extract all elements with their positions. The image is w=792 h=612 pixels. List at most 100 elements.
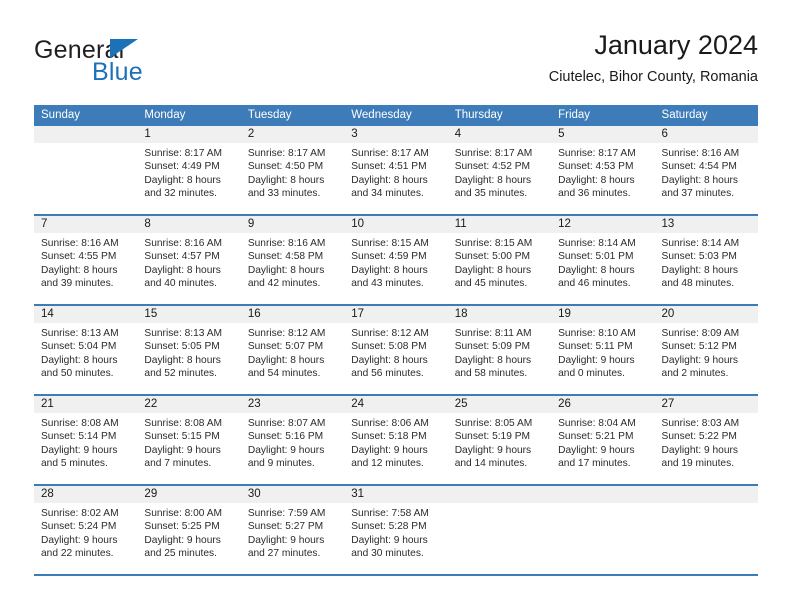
daylight-text-line2: and 40 minutes. (144, 278, 217, 290)
sunrise-text: Sunrise: 8:10 AM (558, 328, 636, 339)
sunrise-text: Sunrise: 8:15 AM (454, 238, 533, 249)
day-details: Sunrise: 8:09 AM Sunset: 5:12 PM Dayligh… (655, 323, 758, 381)
daylight-text-line1: Daylight: 8 hours (351, 264, 428, 276)
sunset-text: Sunset: 4:50 PM (247, 161, 324, 173)
day-cell[interactable]: 22 Sunrise: 8:08 AM Sunset: 5:15 PM Dayl… (137, 395, 241, 486)
sunset-text: Sunset: 5:05 PM (144, 341, 220, 353)
day-details: Sunrise: 8:16 AM Sunset: 4:54 PM Dayligh… (655, 143, 758, 201)
day-details (655, 503, 758, 507)
sunset-text: Sunset: 4:58 PM (247, 251, 324, 263)
daylight-text-line2: and 37 minutes. (661, 188, 735, 200)
sunrise-text: Sunrise: 8:16 AM (41, 238, 119, 249)
sunrise-text: Sunrise: 8:07 AM (247, 418, 326, 429)
daylight-text-line1: Daylight: 8 hours (661, 264, 738, 276)
daylight-text-line2: and 25 minutes. (144, 548, 217, 560)
day-cell[interactable]: 8 Sunrise: 8:16 AM Sunset: 4:57 PM Dayli… (137, 215, 241, 306)
daylight-text-line2: and 46 minutes. (558, 278, 631, 290)
day-cell[interactable]: 4 Sunrise: 8:17 AM Sunset: 4:52 PM Dayli… (447, 126, 552, 216)
day-number: 19 (551, 306, 655, 323)
daylight-text-line2: and 43 minutes. (351, 278, 424, 290)
daylight-text-line1: Daylight: 9 hours (41, 444, 118, 456)
day-cell[interactable]: 25 Sunrise: 8:05 AM Sunset: 5:19 PM Dayl… (447, 395, 552, 486)
sunrise-text: Sunrise: 8:14 AM (661, 238, 740, 249)
day-number: 2 (240, 126, 345, 143)
day-cell[interactable]: 9 Sunrise: 8:16 AM Sunset: 4:58 PM Dayli… (240, 215, 345, 306)
day-cell[interactable]: 31 Sunrise: 7:58 AM Sunset: 5:28 PM Dayl… (344, 485, 448, 576)
daylight-text-line1: Daylight: 9 hours (661, 354, 738, 366)
calendar-header-row: Sunday Monday Tuesday Wednesday Thursday… (34, 105, 758, 126)
day-cell[interactable]: 18 Sunrise: 8:11 AM Sunset: 5:09 PM Dayl… (447, 305, 552, 396)
day-details: Sunrise: 8:10 AM Sunset: 5:11 PM Dayligh… (551, 323, 654, 381)
page-subtitle: Ciutelec, Bihor County, Romania (548, 69, 758, 85)
day-cell-empty (654, 485, 758, 576)
sunset-text: Sunset: 5:04 PM (41, 341, 117, 353)
sunset-text: Sunset: 5:27 PM (247, 521, 324, 533)
day-cell[interactable]: 27 Sunrise: 8:03 AM Sunset: 5:22 PM Dayl… (654, 395, 758, 486)
day-details: Sunrise: 8:05 AM Sunset: 5:19 PM Dayligh… (448, 413, 551, 471)
sunrise-text: Sunrise: 8:13 AM (144, 328, 223, 339)
day-cell[interactable]: 16 Sunrise: 8:12 AM Sunset: 5:07 PM Dayl… (240, 305, 345, 396)
day-cell[interactable]: 28 Sunrise: 8:02 AM Sunset: 5:24 PM Dayl… (34, 485, 138, 576)
day-cell[interactable]: 24 Sunrise: 8:06 AM Sunset: 5:18 PM Dayl… (344, 395, 448, 486)
daylight-text-line2: and 54 minutes. (247, 368, 321, 380)
day-details: Sunrise: 8:02 AM Sunset: 5:24 PM Dayligh… (34, 503, 137, 561)
sunset-text: Sunset: 4:51 PM (351, 161, 427, 173)
day-cell[interactable]: 21 Sunrise: 8:08 AM Sunset: 5:14 PM Dayl… (34, 395, 138, 486)
day-cell[interactable]: 30 Sunrise: 7:59 AM Sunset: 5:27 PM Dayl… (240, 485, 345, 576)
weekday-header-tuesday: Tuesday (240, 105, 345, 126)
day-cell[interactable]: 5 Sunrise: 8:17 AM Sunset: 4:53 PM Dayli… (551, 126, 655, 216)
day-cell[interactable]: 12 Sunrise: 8:14 AM Sunset: 5:01 PM Dayl… (551, 215, 655, 306)
sunset-text: Sunset: 5:18 PM (351, 431, 427, 443)
day-number: 15 (137, 306, 241, 323)
day-cell[interactable]: 3 Sunrise: 8:17 AM Sunset: 4:51 PM Dayli… (344, 126, 448, 216)
calendar-week-row: 21 Sunrise: 8:08 AM Sunset: 5:14 PM Dayl… (34, 395, 758, 486)
day-details: Sunrise: 8:13 AM Sunset: 5:04 PM Dayligh… (34, 323, 137, 381)
day-cell[interactable]: 7 Sunrise: 8:16 AM Sunset: 4:55 PM Dayli… (34, 215, 138, 306)
daylight-text-line1: Daylight: 8 hours (247, 354, 325, 366)
daylight-text-line2: and 58 minutes. (454, 368, 528, 380)
sunrise-text: Sunrise: 8:02 AM (41, 508, 119, 519)
day-number: 18 (447, 306, 552, 323)
day-cell[interactable]: 19 Sunrise: 8:10 AM Sunset: 5:11 PM Dayl… (551, 305, 655, 396)
day-cell[interactable]: 11 Sunrise: 8:15 AM Sunset: 5:00 PM Dayl… (447, 215, 552, 306)
daylight-text-line2: and 42 minutes. (247, 278, 321, 290)
calendar-body: 1 Sunrise: 8:17 AM Sunset: 4:49 PM Dayli… (34, 126, 758, 576)
page-header: General Blue January 2024 Ciutelec, Biho… (34, 28, 758, 96)
day-cell[interactable]: 10 Sunrise: 8:15 AM Sunset: 4:59 PM Dayl… (344, 215, 448, 306)
day-cell[interactable] (34, 126, 138, 216)
sunset-text: Sunset: 4:55 PM (41, 251, 117, 263)
sunset-text: Sunset: 5:01 PM (558, 251, 634, 263)
day-number (654, 486, 758, 503)
day-cell[interactable]: 13 Sunrise: 8:14 AM Sunset: 5:03 PM Dayl… (654, 215, 758, 306)
daylight-text-line2: and 12 minutes. (351, 458, 424, 470)
daylight-text-line1: Daylight: 8 hours (454, 354, 532, 366)
day-cell[interactable]: 23 Sunrise: 8:07 AM Sunset: 5:16 PM Dayl… (240, 395, 345, 486)
day-cell[interactable]: 17 Sunrise: 8:12 AM Sunset: 5:08 PM Dayl… (344, 305, 448, 396)
daylight-text-line1: Daylight: 8 hours (41, 354, 118, 366)
day-number: 21 (34, 396, 138, 413)
sunrise-text: Sunrise: 8:03 AM (661, 418, 740, 429)
day-cell[interactable]: 20 Sunrise: 8:09 AM Sunset: 5:12 PM Dayl… (654, 305, 758, 396)
daylight-text-line2: and 50 minutes. (41, 368, 114, 380)
sunrise-text: Sunrise: 8:00 AM (144, 508, 223, 519)
day-cell[interactable]: 1 Sunrise: 8:17 AM Sunset: 4:49 PM Dayli… (137, 126, 241, 216)
daylight-text-line1: Daylight: 9 hours (351, 534, 428, 546)
day-cell[interactable]: 26 Sunrise: 8:04 AM Sunset: 5:21 PM Dayl… (551, 395, 655, 486)
sunset-text: Sunset: 5:22 PM (661, 431, 737, 443)
day-cell[interactable]: 29 Sunrise: 8:00 AM Sunset: 5:25 PM Dayl… (137, 485, 241, 576)
day-cell[interactable]: 2 Sunrise: 8:17 AM Sunset: 4:50 PM Dayli… (240, 126, 345, 216)
day-cell[interactable]: 14 Sunrise: 8:13 AM Sunset: 5:04 PM Dayl… (34, 305, 138, 396)
daylight-text-line1: Daylight: 9 hours (558, 354, 635, 366)
day-number: 4 (447, 126, 552, 143)
weekday-header-thursday: Thursday (447, 105, 552, 126)
sunset-text: Sunset: 4:49 PM (144, 161, 220, 173)
day-cell[interactable]: 15 Sunrise: 8:13 AM Sunset: 5:05 PM Dayl… (137, 305, 241, 396)
daylight-text-line2: and 17 minutes. (558, 458, 631, 470)
day-number (447, 486, 552, 503)
sunset-text: Sunset: 5:14 PM (41, 431, 117, 443)
general-blue-logo[interactable]: General Blue (34, 36, 264, 92)
daylight-text-line1: Daylight: 8 hours (247, 264, 325, 276)
weekday-header-wednesday: Wednesday (344, 105, 448, 126)
day-cell[interactable]: 6 Sunrise: 8:16 AM Sunset: 4:54 PM Dayli… (654, 126, 758, 216)
daylight-text-line2: and 5 minutes. (41, 458, 108, 470)
